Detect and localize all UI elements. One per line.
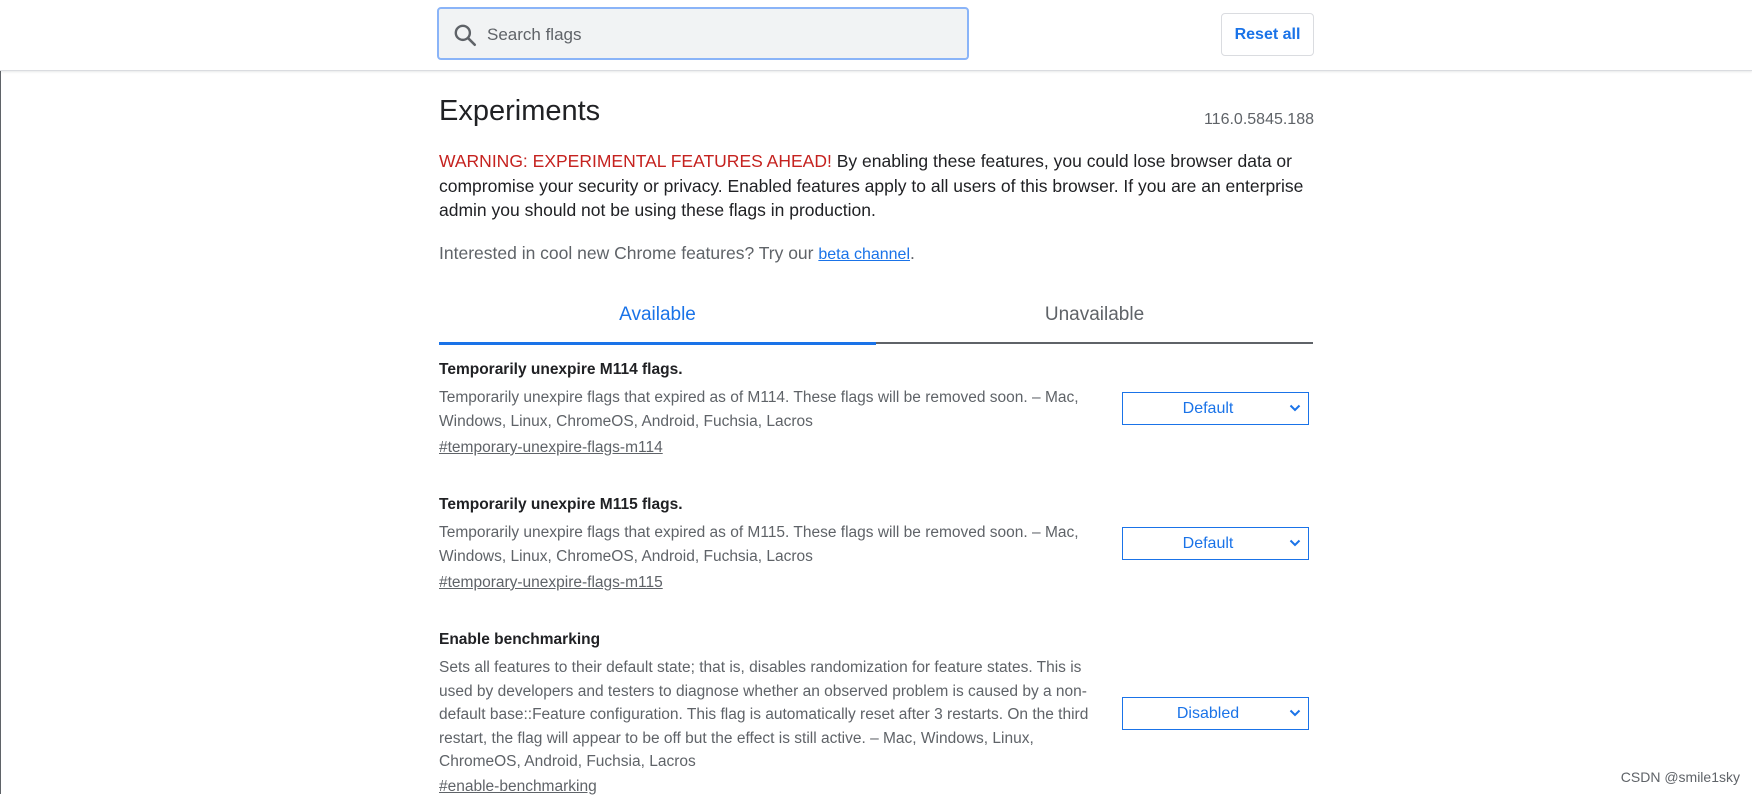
flag-state-select[interactable]: Default bbox=[1122, 527, 1309, 560]
flag-state-select[interactable]: Disabled bbox=[1122, 697, 1309, 730]
chevron-down-icon bbox=[1289, 404, 1301, 412]
watermark: CSDN @smile1sky bbox=[1620, 769, 1740, 785]
flags-header: Reset all bbox=[0, 0, 1752, 71]
tab-unavailable[interactable]: Unavailable bbox=[876, 296, 1313, 344]
beta-channel-link[interactable]: beta channel bbox=[818, 246, 910, 263]
flag-description: Sets all features to their default state… bbox=[439, 659, 1089, 770]
flag-state-value: Default bbox=[1182, 400, 1234, 417]
flag-name: Temporarily unexpire M114 flags. bbox=[439, 361, 683, 378]
flag-link[interactable]: #enable-benchmarking bbox=[439, 778, 597, 796]
flag-name: Temporarily unexpire M115 flags. bbox=[439, 496, 683, 513]
flag-link[interactable]: #temporary-unexpire-flags-m115 bbox=[439, 574, 663, 592]
flag-link[interactable]: #temporary-unexpire-flags-m114 bbox=[439, 439, 663, 457]
beta-promo-label: Interested in cool new Chrome features? … bbox=[439, 243, 819, 263]
flag-description: Temporarily unexpire flags that expired … bbox=[439, 389, 1079, 430]
flags-tabs: Available Unavailable bbox=[439, 296, 1314, 345]
search-icon bbox=[454, 24, 477, 47]
flag-state-select[interactable]: Default bbox=[1122, 392, 1309, 425]
flag-entry: Temporarily unexpire M114 flags. Tempora… bbox=[439, 361, 1314, 471]
search-box[interactable] bbox=[437, 7, 969, 60]
warning-prefix: WARNING: EXPERIMENTAL FEATURES AHEAD! bbox=[439, 151, 832, 171]
chevron-down-icon bbox=[1289, 539, 1301, 547]
flag-entry: Enable benchmarking Sets all features to… bbox=[439, 631, 1314, 796]
chevron-down-icon bbox=[1289, 709, 1301, 717]
beta-promo-end: . bbox=[910, 243, 915, 263]
flag-entry: Temporarily unexpire M115 flags. Tempora… bbox=[439, 496, 1314, 606]
flag-name: Enable benchmarking bbox=[439, 631, 601, 648]
version-label: 116.0.5845.188 bbox=[1203, 111, 1314, 128]
warning-text: WARNING: EXPERIMENTAL FEATURES AHEAD! By… bbox=[439, 149, 1319, 223]
reset-all-button[interactable]: Reset all bbox=[1221, 13, 1314, 56]
flag-state-value: Default bbox=[1182, 535, 1234, 552]
flag-state-value: Disabled bbox=[1176, 705, 1240, 722]
flag-description: Temporarily unexpire flags that expired … bbox=[439, 524, 1079, 565]
search-input[interactable] bbox=[485, 19, 959, 51]
beta-promo-text: Interested in cool new Chrome features? … bbox=[439, 243, 915, 264]
tab-available[interactable]: Available bbox=[439, 296, 876, 345]
window-left-edge bbox=[0, 0, 1, 794]
page-title: Experiments bbox=[439, 95, 601, 127]
